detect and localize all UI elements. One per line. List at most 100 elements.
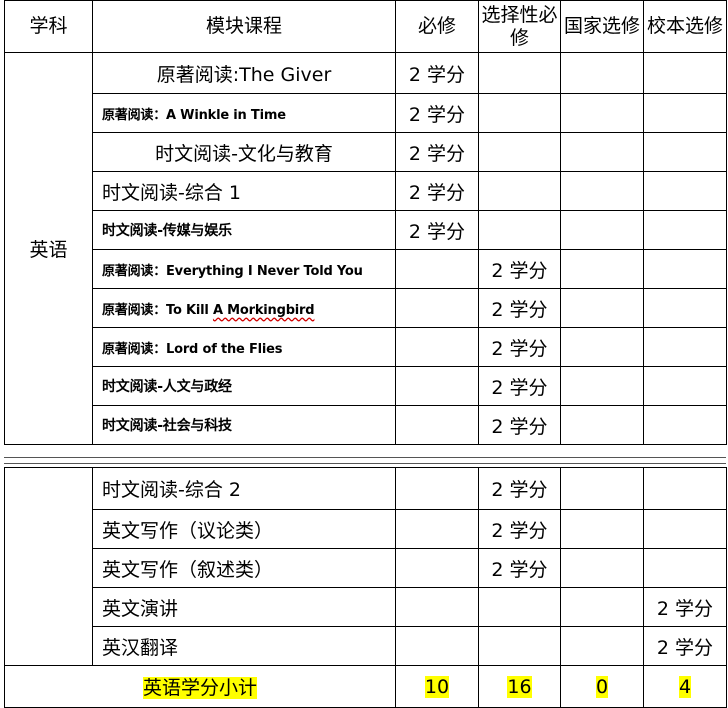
national-credit (560, 288, 644, 328)
course-cell: 原著阅读：A Winkle in Time (92, 93, 396, 133)
school-credit (643, 210, 727, 250)
national-credit (560, 327, 644, 367)
course-cell: 时文阅读-综合 2 (92, 467, 396, 510)
elective-credit: 2 学分 (478, 509, 561, 549)
table-row: 原著阅读：To Kill A Morkingbird 2 学分 (5, 288, 727, 328)
header-elective-required: 选择性必修 (478, 0, 561, 53)
course-cell: 英文演讲 (92, 587, 396, 627)
school-credit: 2 学分 (643, 587, 727, 627)
national-credit (560, 171, 644, 211)
national-credit (560, 509, 644, 549)
header-row: 学科 模块课程 必修 选择性必修 国家选修 校本选修 (4, 0, 727, 53)
subtotal-elective: 16 (507, 675, 532, 698)
school-credit (643, 132, 727, 172)
course-cell: 英文写作（叙述类） (92, 548, 396, 588)
subtotal-label-cell: 英语学分小计 (4, 665, 396, 708)
credit-table-top: 学科 模块课程 必修 选择性必修 国家选修 校本选修 英语 原著阅读:The G… (4, 0, 727, 445)
school-credit (643, 171, 727, 211)
required-credit: 2 学分 (395, 171, 479, 211)
course-cell: 时文阅读-人文与政经 (92, 366, 396, 406)
table-row: 时文阅读-传媒与娱乐 2 学分 (5, 210, 727, 250)
elective-credit (478, 210, 561, 250)
course-cell: 英文写作（议论类） (92, 509, 396, 549)
course-cell: 原著阅读:The Giver (92, 52, 396, 94)
subtotal-elective-cell: 16 (478, 665, 561, 708)
school-credit (643, 327, 727, 367)
page-break-line (4, 457, 726, 458)
subtotal-required: 10 (424, 675, 450, 698)
table-row: 时文阅读-综合 1 2 学分 (5, 171, 727, 211)
subject-cell-continued (4, 467, 93, 666)
national-credit (560, 132, 644, 172)
required-credit (395, 509, 479, 549)
elective-credit (478, 132, 561, 172)
subtotal-national-cell: 0 (560, 665, 644, 708)
national-credit (560, 93, 644, 133)
table-row: 时文阅读-文化与教育 2 学分 (5, 132, 727, 172)
national-credit (560, 626, 644, 666)
school-credit (643, 405, 727, 445)
table-row: 英汉翻译 2 学分 (5, 626, 727, 666)
elective-credit (478, 587, 561, 627)
course-cell: 时文阅读-综合 1 (92, 171, 396, 211)
header-subject: 学科 (4, 0, 93, 53)
table-row: 时文阅读-人文与政经 2 学分 (5, 366, 727, 406)
national-credit (560, 366, 644, 406)
course-cell: 原著阅读：Everything I Never Told You (92, 249, 396, 289)
elective-credit: 2 学分 (478, 288, 561, 328)
national-credit (560, 210, 644, 250)
course-cell: 原著阅读：To Kill A Morkingbird (92, 288, 396, 328)
page-break-line (4, 463, 726, 464)
required-credit (395, 288, 479, 328)
elective-credit: 2 学分 (478, 548, 561, 588)
subject-cell: 英语 (4, 52, 93, 445)
required-credit (395, 587, 479, 627)
table-row: 时文阅读-综合 2 2 学分 (4, 467, 727, 666)
school-credit: 2 学分 (643, 626, 727, 666)
school-credit (643, 249, 727, 289)
required-credit (395, 249, 479, 289)
required-credit (395, 626, 479, 666)
course-cell: 英汉翻译 (92, 626, 396, 666)
national-credit (560, 548, 644, 588)
table-row: 原著阅读：A Winkle in Time 2 学分 (5, 93, 727, 133)
elective-credit: 2 学分 (478, 405, 561, 445)
elective-credit: 2 学分 (478, 366, 561, 406)
subtotal-label: 英语学分小计 (142, 677, 257, 699)
national-credit (560, 405, 644, 445)
national-credit (560, 587, 644, 627)
national-credit (560, 467, 644, 510)
required-credit: 2 学分 (395, 52, 479, 94)
table-row: 英文演讲 2 学分 (5, 587, 727, 627)
school-credit (643, 467, 727, 510)
course-cell: 原著阅读：Lord of the Flies (92, 327, 396, 367)
elective-credit (478, 626, 561, 666)
page-break (4, 453, 726, 467)
required-credit (395, 467, 479, 510)
course-cell: 时文阅读-文化与教育 (92, 132, 396, 172)
course-cell: 时文阅读-传媒与娱乐 (92, 210, 396, 250)
school-credit (643, 52, 727, 94)
subtotal-school: 4 (678, 675, 692, 698)
header-course: 模块课程 (92, 0, 396, 53)
required-credit (395, 327, 479, 367)
credit-table-bottom: 时文阅读-综合 2 2 学分 英文写作（议论类） 2 学分 英文写作（叙述类） … (4, 467, 727, 708)
course-cell: 时文阅读-社会与科技 (92, 405, 396, 445)
subtotal-row: 英语学分小计 10 16 0 4 (4, 665, 727, 708)
national-credit (560, 249, 644, 289)
school-credit (643, 288, 727, 328)
elective-credit (478, 52, 561, 94)
table-row: 英语 原著阅读:The Giver 2 学分 (4, 52, 727, 445)
elective-credit: 2 学分 (478, 327, 561, 367)
school-credit (643, 366, 727, 406)
subtotal-national: 0 (595, 675, 609, 698)
required-credit: 2 学分 (395, 93, 479, 133)
table-row: 原著阅读：Lord of the Flies 2 学分 (5, 327, 727, 367)
header-national-elective: 国家选修 (560, 0, 644, 53)
course-text: 原著阅读：To Kill (102, 302, 213, 318)
header-school-elective: 校本选修 (643, 0, 727, 53)
table-row: 英文写作（叙述类） 2 学分 (5, 548, 727, 588)
required-credit: 2 学分 (395, 210, 479, 250)
elective-credit: 2 学分 (478, 467, 561, 510)
subtotal-required-cell: 10 (395, 665, 479, 708)
